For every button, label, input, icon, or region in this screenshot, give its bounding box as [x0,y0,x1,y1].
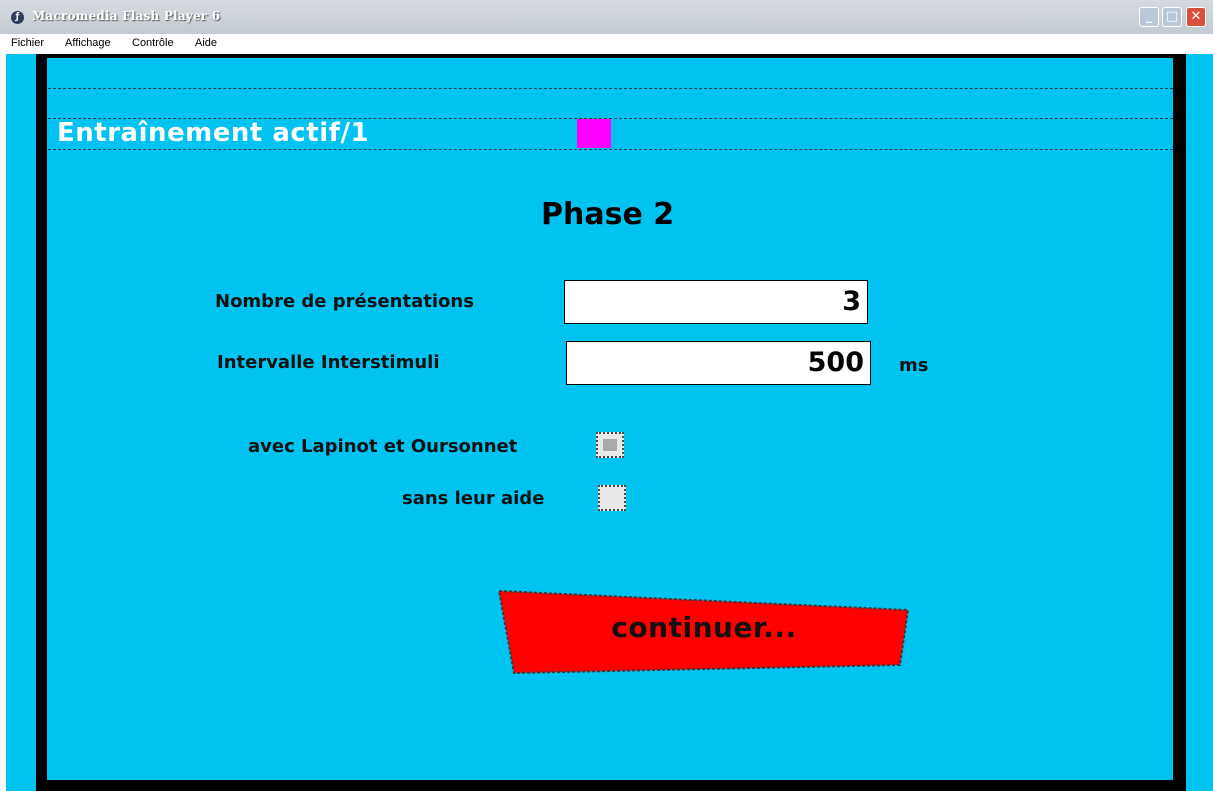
menu-fichier[interactable]: Fichier [11,37,44,49]
close-button[interactable]: ✕ [1186,7,1206,27]
presentations-label: Nombre de présentations [215,291,474,312]
interval-input[interactable]: 500 [566,341,871,385]
flash-stage: Entraînement actif/1 Phase 2 Nombre de p… [6,54,1213,791]
maximize-button[interactable]: □ [1162,7,1182,27]
divider-line [48,88,1173,89]
frame-border-right [1173,54,1186,791]
interval-unit: ms [899,355,929,376]
title-bar: ƒ Macromedia Flash Player 6 _ □ ✕ [0,0,1213,34]
continue-button[interactable]: continuer... [498,589,910,675]
with-helpers-label: avec Lapinot et Oursonnet [248,436,518,457]
minimize-button[interactable]: _ [1139,7,1159,27]
window-title: Macromedia Flash Player 6 [32,9,221,23]
frame-border-top [36,54,1186,58]
menu-affichage[interactable]: Affichage [65,37,111,49]
frame-border-bottom [36,780,1186,791]
menu-aide[interactable]: Aide [195,37,217,49]
divider-line [48,149,1173,150]
interval-label: Intervalle Interstimuli [217,352,440,373]
menu-bar: Fichier Affichage Contrôle Aide [0,34,1213,54]
without-help-checkbox[interactable] [598,485,626,511]
presentations-input[interactable]: 3 [564,280,868,324]
menu-controle[interactable]: Contrôle [132,37,174,49]
with-helpers-checkbox[interactable] [596,432,624,458]
phase-title: Phase 2 [541,197,675,232]
without-help-label: sans leur aide [402,488,545,509]
continue-label: continuer... [611,611,797,644]
progress-marker [577,119,611,148]
flash-player-icon: ƒ [11,11,24,24]
frame-border-left [36,54,47,791]
section-heading: Entraînement actif/1 [57,118,370,148]
